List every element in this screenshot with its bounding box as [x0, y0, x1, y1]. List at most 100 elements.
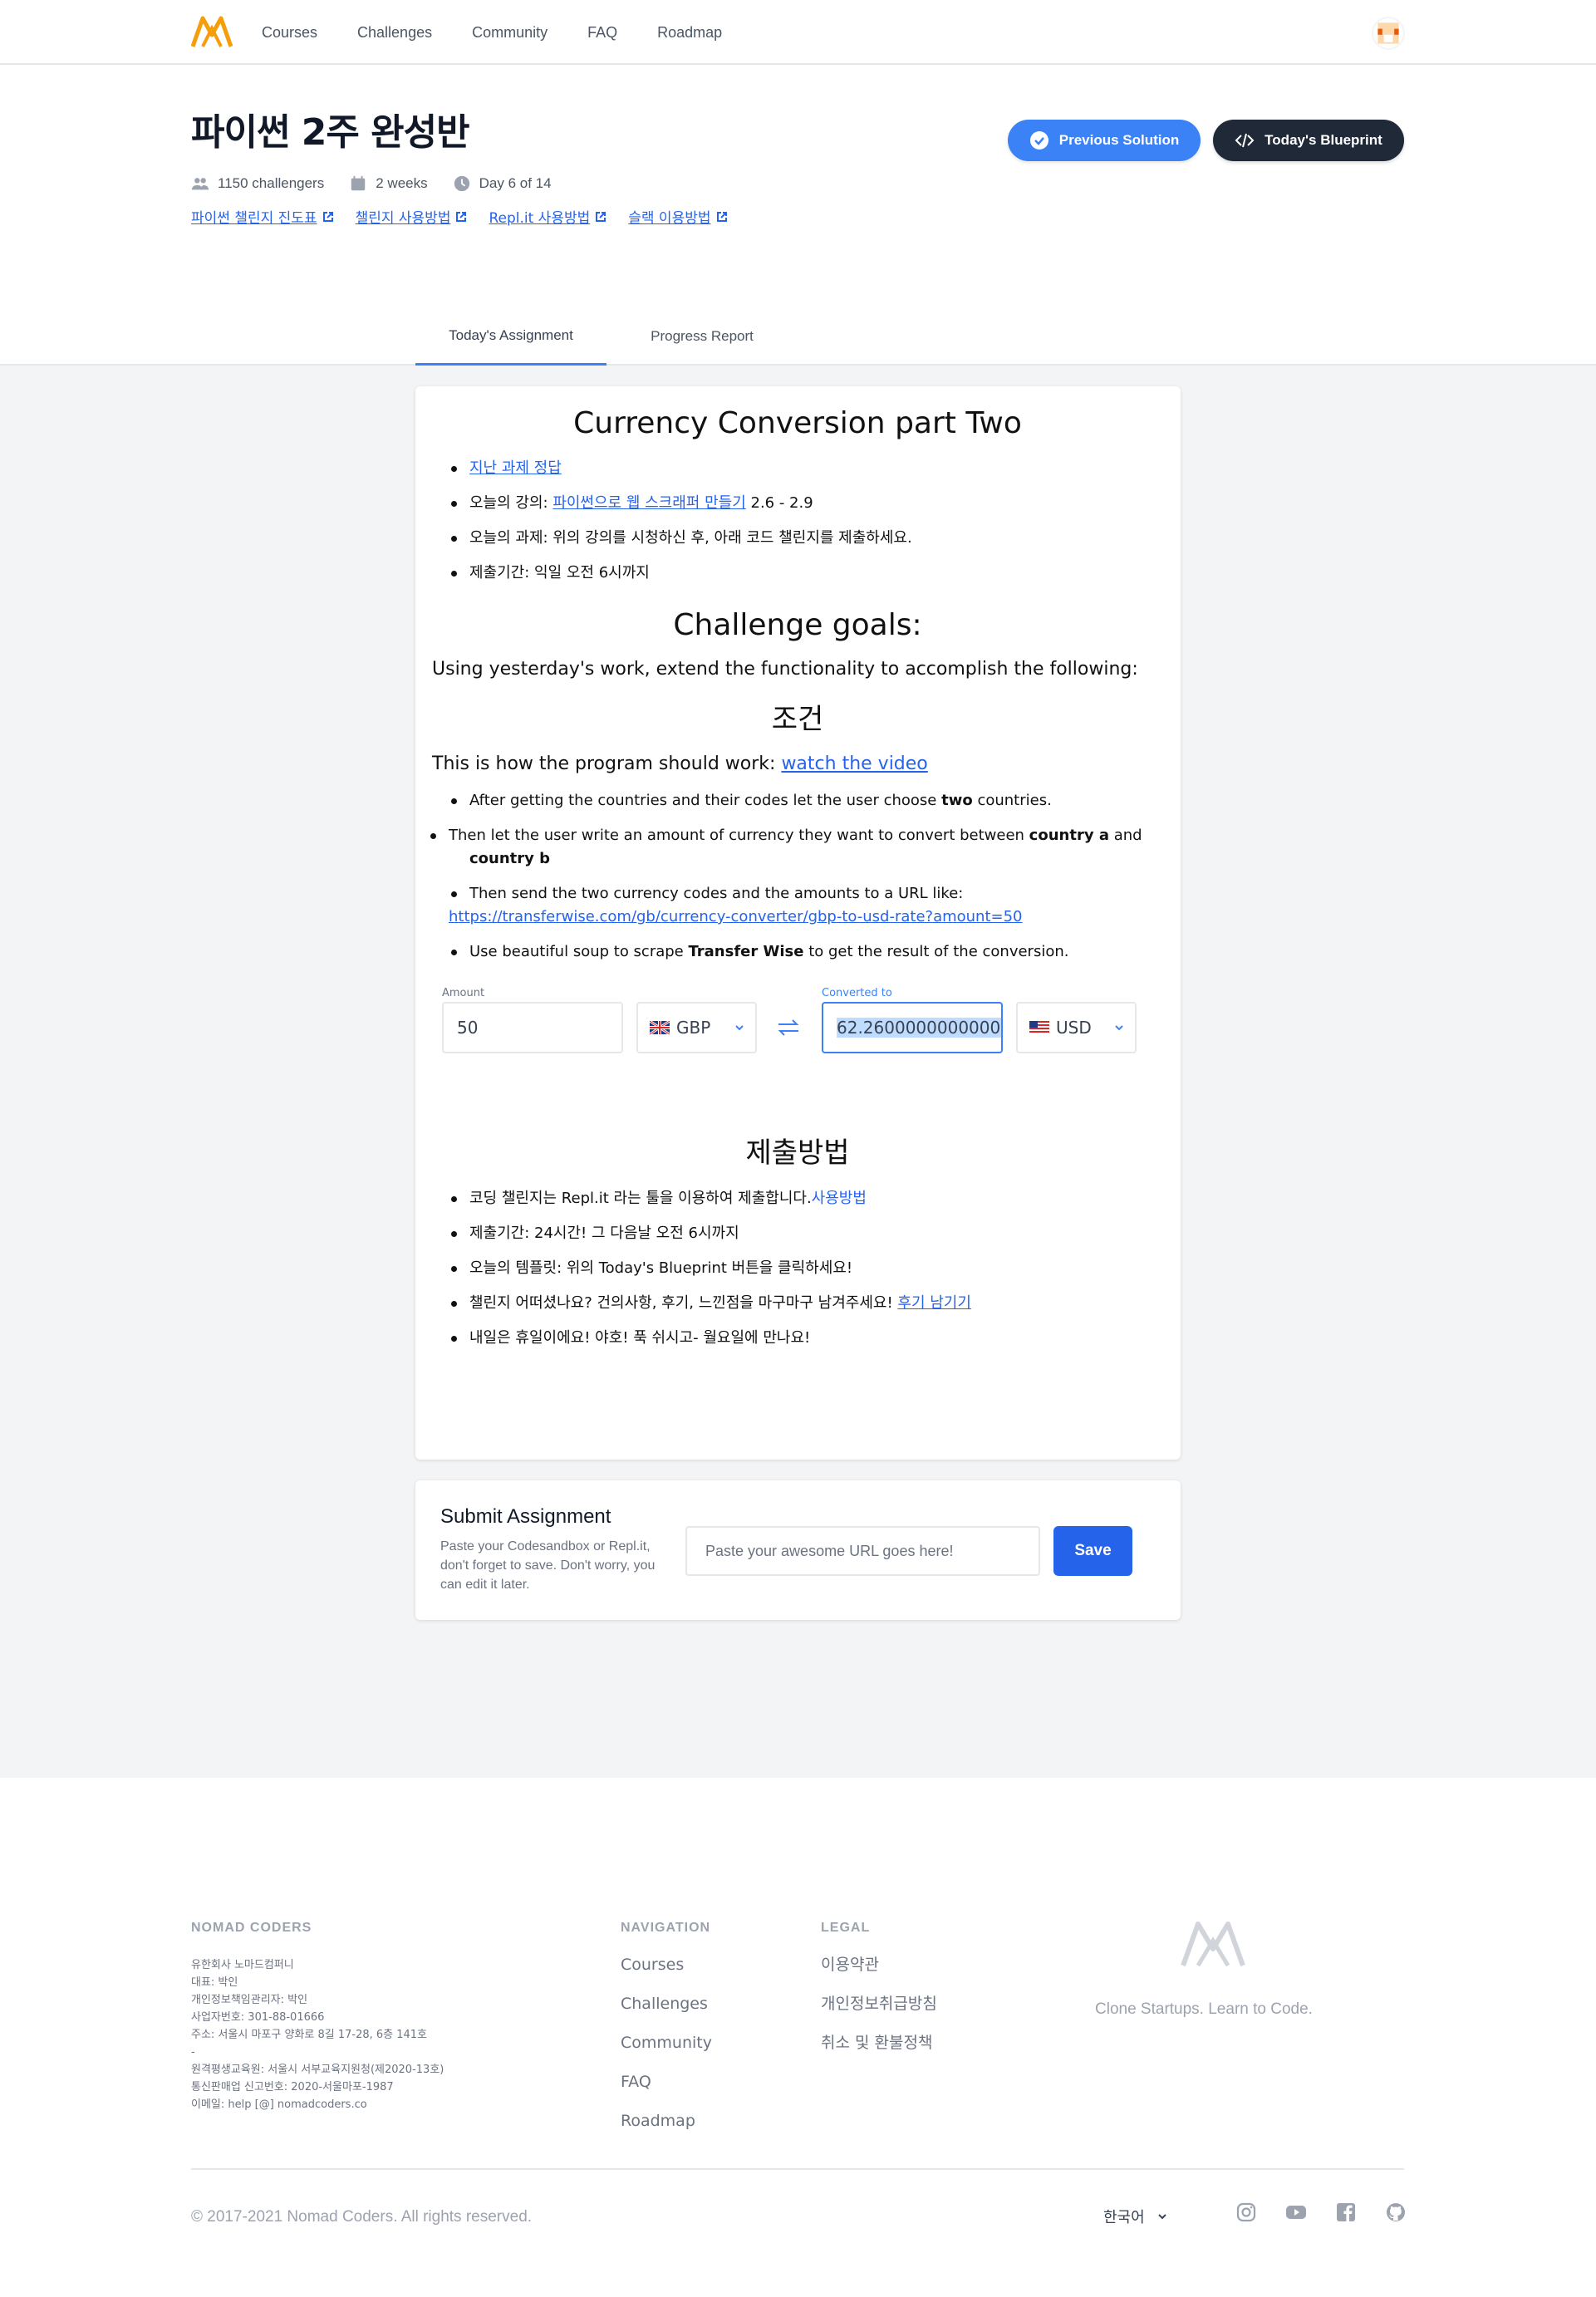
text: Then let the user write an amount of cur…	[449, 827, 1029, 844]
to-currency-select[interactable]: USD	[1016, 1002, 1137, 1053]
todays-blueprint-label: Today's Blueprint	[1265, 132, 1382, 148]
save-button[interactable]: Save	[1053, 1526, 1132, 1576]
company-line: 유한회사 노마드컴퍼니	[191, 1959, 294, 1971]
nav-community[interactable]: Community	[472, 24, 548, 42]
company-line: 통신판매업 신고번호: 2020-서울마포-1987	[191, 2081, 394, 2093]
footer-link-community[interactable]: Community	[621, 2024, 712, 2063]
resource-label: 슬랙 이용방법	[628, 210, 711, 227]
tab-progress-report[interactable]: Progress Report	[606, 307, 798, 366]
text-bold: country a	[1029, 827, 1109, 844]
from-currency-select[interactable]: GBP	[636, 1002, 757, 1053]
footer-divider	[191, 2168, 1404, 2170]
conditions-title: 조건	[771, 703, 824, 736]
submit-title: Submit Assignment	[440, 1505, 611, 1528]
text-bold: two	[941, 792, 973, 809]
previous-answer-link[interactable]: 지난 과제 정답	[469, 459, 562, 477]
company-line: 사업자번호: 301-88-01666	[191, 2011, 325, 2024]
leave-review-link[interactable]: 후기 남기기	[897, 1294, 971, 1312]
clock-icon	[454, 175, 469, 192]
footer: NOMAD CODERS 유한회사 노마드컴퍼니 대표: 박인 개인정보책임관리…	[0, 1778, 1596, 2297]
user-avatar[interactable]	[1372, 17, 1405, 50]
list-item: 오늘의 강의: 파이썬으로 웹 스크래퍼 만들기 2.6 - 2.9	[449, 492, 1163, 515]
nav-courses[interactable]: Courses	[262, 24, 317, 42]
tab-todays-assignment[interactable]: Today's Assignment	[415, 307, 606, 366]
footer-link-roadmap[interactable]: Roadmap	[621, 2102, 712, 2141]
nav-faq[interactable]: FAQ	[587, 24, 617, 42]
instagram-icon[interactable]	[1235, 2201, 1257, 2223]
footer-link-challenges[interactable]: Challenges	[621, 1985, 712, 2024]
duration-text: 2 weeks	[376, 175, 428, 191]
footer-company-title: NOMAD CODERS	[191, 1921, 312, 1935]
program-description: This is how the program should work: wat…	[432, 753, 1163, 774]
todays-blueprint-button[interactable]: Today's Blueprint	[1213, 120, 1404, 161]
list-item: 코딩 챌린지는 Repl.it 라는 툴을 이용하여 제출합니다.사용방법	[449, 1187, 1163, 1210]
list-item: 챌린지 어떠셨나요? 건의사항, 후기, 느낀점을 마구마구 남겨주세요! 후기…	[449, 1292, 1163, 1315]
users-icon	[191, 178, 209, 190]
converted-value: 62.26000000000000	[837, 1018, 1001, 1038]
company-info: 유한회사 노마드컴퍼니 대표: 박인 개인정보책임관리자: 박인 사업자번호: …	[191, 1956, 444, 2113]
code-icon	[1235, 133, 1255, 148]
assignment-content: Currency Conversion part Two 지난 과제 정답 오늘…	[430, 386, 1163, 1362]
nomad-coders-logo[interactable]	[191, 15, 233, 48]
assignment-tabs: Today's Assignment Progress Report	[415, 307, 798, 366]
footer-link-privacy[interactable]: 개인정보취급방침	[821, 1985, 937, 2024]
resource-link-replit[interactable]: Repl.it 사용방법	[489, 206, 606, 227]
lecture-link[interactable]: 파이썬으로 웹 스크래퍼 만들기	[552, 494, 745, 512]
watch-video-link[interactable]: watch the video	[781, 753, 927, 774]
assignment-card: Currency Conversion part Two 지난 과제 정답 오늘…	[415, 386, 1181, 1460]
resource-label: 챌린지 사용방법	[355, 210, 451, 227]
submit-method-title: 제출방법	[745, 1136, 850, 1170]
meta-challengers: 1150 challengers	[191, 174, 324, 193]
footer-link-courses[interactable]: Courses	[621, 1946, 712, 1985]
submit-description: Paste your Codesandbox or Repl.it, don't…	[440, 1539, 656, 1592]
github-icon[interactable]	[1385, 2201, 1407, 2223]
submission-url-input[interactable]: Paste your awesome URL goes here!	[685, 1526, 1040, 1576]
converted-label: Converted to	[822, 987, 892, 999]
challenge-meta: 1150 challengers 2 weeks Day 6 of 14	[191, 174, 552, 193]
social-links	[1235, 2201, 1407, 2223]
swap-icon[interactable]	[777, 1018, 800, 1038]
previous-solution-label: Previous Solution	[1058, 132, 1180, 148]
language-selector[interactable]: 한국어	[1103, 2206, 1168, 2227]
external-link-icon	[596, 211, 606, 222]
check-circle-icon	[1029, 131, 1048, 150]
amount-label: Amount	[442, 987, 485, 999]
intro-list: 지난 과제 정답 오늘의 강의: 파이썬으로 웹 스크래퍼 만들기 2.6 - …	[432, 457, 1163, 585]
amount-input[interactable]: 50	[442, 1002, 623, 1053]
nav-challenges[interactable]: Challenges	[357, 24, 432, 42]
resource-link-slack[interactable]: 슬랙 이용방법	[628, 206, 727, 227]
list-item: Use beautiful soup to scrape Transfer Wi…	[449, 940, 1163, 964]
program-prefix: This is how the program should work:	[432, 753, 782, 774]
transferwise-link[interactable]: https://transferwise.com/gb/currency-con…	[449, 908, 1023, 925]
requirements-list: After getting the countries and their co…	[430, 789, 1163, 964]
list-item: 제출기간: 익일 오전 6시까지	[449, 562, 1163, 585]
replit-howto-link[interactable]: 사용방법	[812, 1190, 867, 1207]
resource-label: 파이썬 챌린지 진도표	[191, 210, 317, 227]
footer-link-terms[interactable]: 이용약관	[821, 1946, 937, 1985]
footer-nav-links: Courses Challenges Community FAQ Roadmap	[621, 1946, 712, 2141]
resource-label: Repl.it 사용방법	[489, 210, 591, 227]
footer-link-refund[interactable]: 취소 및 환불정책	[821, 2024, 937, 2063]
page-title: 파이썬 2주 완성반	[191, 111, 470, 154]
text: countries.	[972, 792, 1052, 809]
chevron-down-icon	[735, 1025, 744, 1031]
submit-assignment-card: Submit Assignment Paste your Codesandbox…	[415, 1480, 1181, 1620]
resource-link-howto[interactable]: 챌린지 사용방법	[356, 206, 468, 227]
external-link-icon	[322, 211, 333, 222]
youtube-icon[interactable]	[1285, 2201, 1307, 2223]
nav-roadmap[interactable]: Roadmap	[657, 24, 722, 42]
chevron-down-icon	[1157, 2214, 1166, 2220]
resource-link-progress[interactable]: 파이썬 챌린지 진도표	[191, 206, 334, 227]
avatar-icon	[1377, 22, 1399, 44]
previous-solution-button[interactable]: Previous Solution	[1008, 120, 1201, 161]
method-list: 코딩 챌린지는 Repl.it 라는 툴을 이용하여 제출합니다.사용방법 제출…	[432, 1187, 1163, 1350]
list-item: 오늘의 과제: 위의 강의를 시청하신 후, 아래 코드 챌린지를 제출하세요.	[449, 527, 1163, 550]
external-link-icon	[456, 211, 467, 222]
footer-link-faq[interactable]: FAQ	[621, 2063, 712, 2102]
converted-input[interactable]: 62.26000000000000	[822, 1002, 1003, 1053]
text: Then send the two currency codes and the…	[469, 885, 964, 902]
resource-links: 파이썬 챌린지 진도표 챌린지 사용방법 Repl.it 사용방법 슬랙 이용방…	[191, 206, 728, 227]
list-item: After getting the countries and their co…	[449, 789, 1163, 812]
top-navbar: Courses Challenges Community FAQ Roadmap	[0, 0, 1596, 65]
facebook-icon[interactable]	[1335, 2201, 1357, 2223]
